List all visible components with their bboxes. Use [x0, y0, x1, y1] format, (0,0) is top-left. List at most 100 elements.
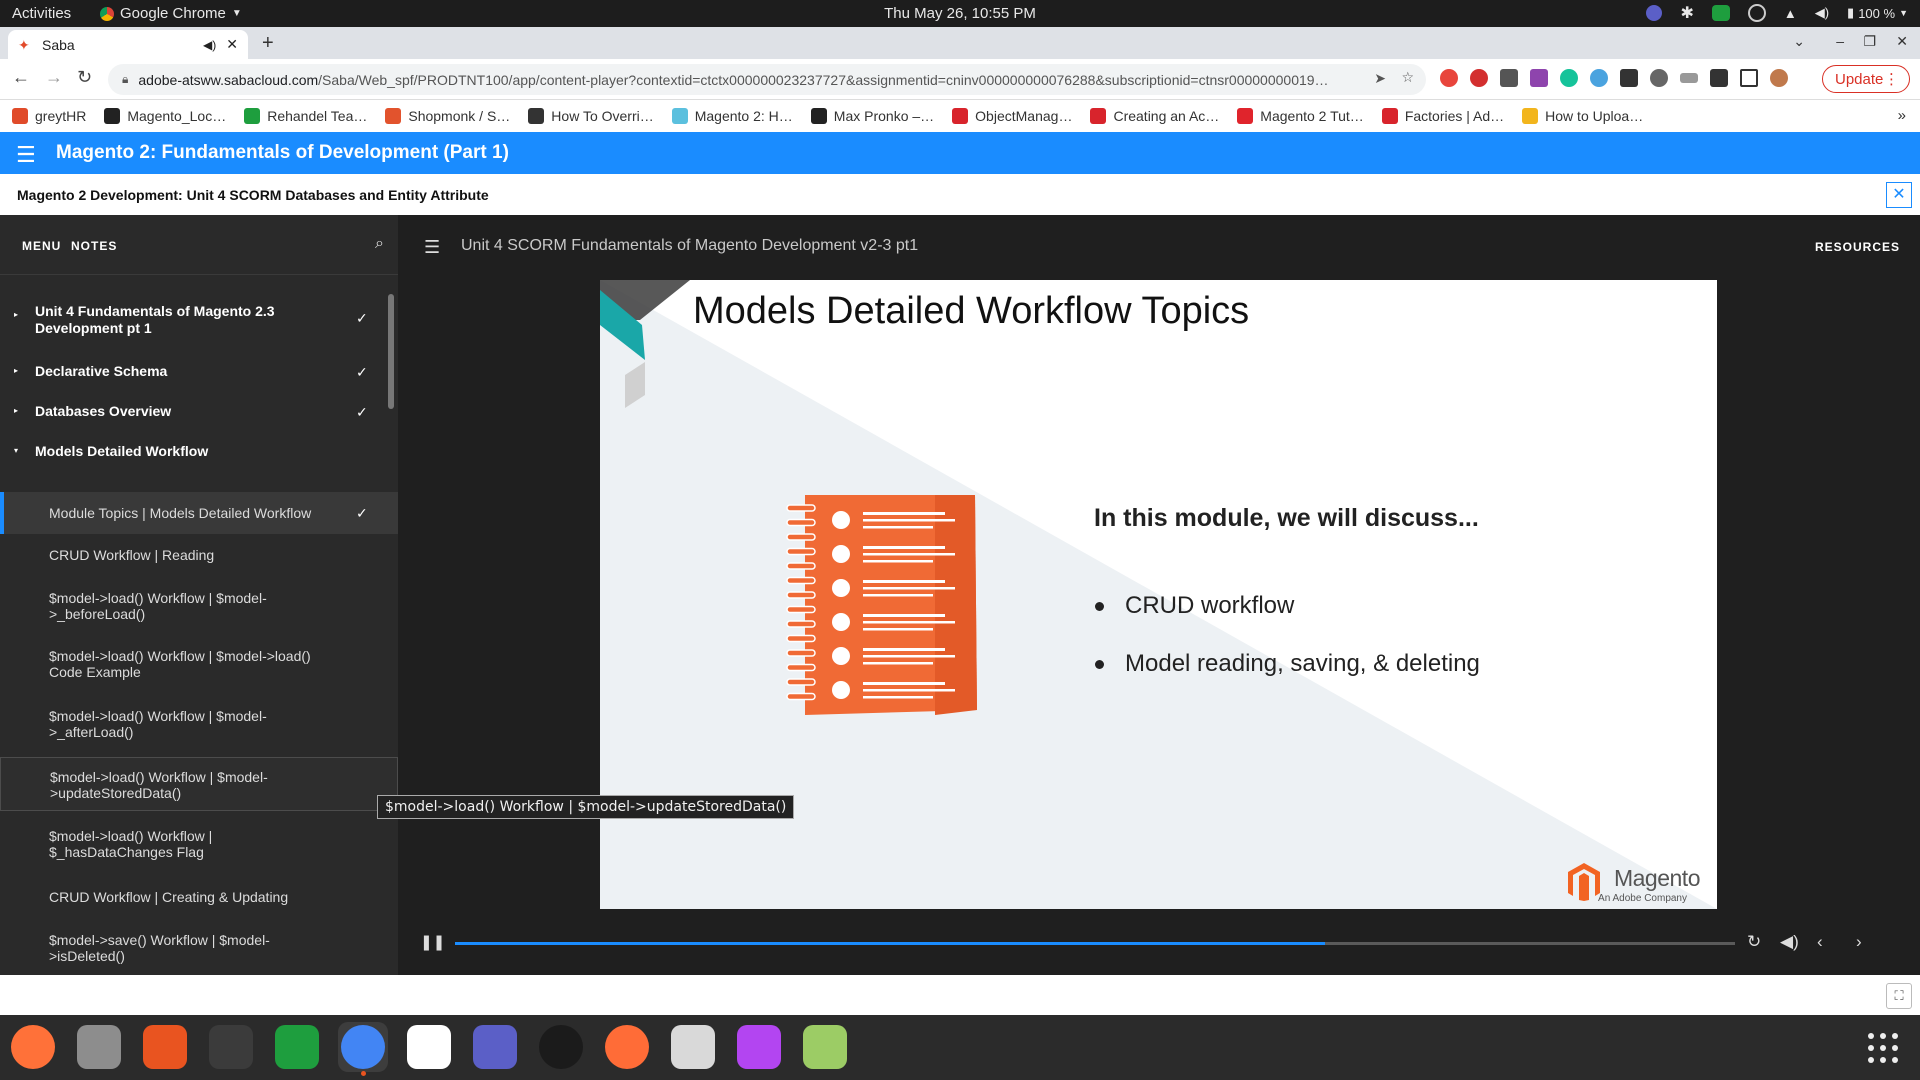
menu-section[interactable]: ▸ Databases Overview ✓	[0, 395, 390, 431]
chat-tray-icon[interactable]	[1711, 5, 1730, 21]
volume-icon[interactable]: ◀)	[1780, 932, 1799, 952]
menu-item[interactable]: $model->load() Workflow | $model->load()…	[0, 637, 398, 691]
adblock-icon[interactable]	[1470, 69, 1488, 87]
extension-icon[interactable]	[1590, 69, 1608, 87]
bookmark-label: Shopmonk / S…	[408, 108, 511, 124]
close-tab-icon[interactable]: ✕	[226, 36, 238, 53]
app-menu[interactable]: Google Chrome ▼	[100, 5, 242, 22]
dock-item[interactable]	[734, 1022, 784, 1072]
menu-item[interactable]: CRUD Workflow | Reading	[0, 537, 398, 573]
puzzle-icon[interactable]	[1710, 69, 1728, 87]
update-button[interactable]: Update ⋮	[1822, 65, 1910, 93]
extension-icon[interactable]	[1440, 69, 1458, 87]
reload-icon[interactable]: ↻	[77, 67, 92, 88]
menu-item[interactable]: Module Topics | Models Detailed Workflow…	[0, 492, 398, 534]
bookmark-item[interactable]: Shopmonk / S…	[385, 108, 510, 124]
address-bar[interactable]: 🔒︎ adobe-atsww.sabacloud.com /Saba/Web_s…	[108, 64, 1426, 95]
menu-item[interactable]: $model->save() Workflow | $model->isDele…	[0, 921, 398, 975]
slack-tray-icon[interactable]: ✱	[1680, 3, 1693, 23]
bookmark-item[interactable]: How To Overri…	[528, 108, 654, 124]
close-window-icon[interactable]: ✕	[1896, 33, 1908, 50]
bookmark-item[interactable]: Factories | Ad…	[1381, 108, 1504, 124]
dock-item[interactable]	[74, 1022, 124, 1072]
menu-item-label: $model->load() Workflow | $model->_after…	[49, 708, 267, 740]
gear-icon[interactable]	[1650, 69, 1668, 87]
menu-item[interactable]: $model->load() Workflow | $model->update…	[0, 757, 398, 811]
dock-item[interactable]	[470, 1022, 520, 1072]
share-icon[interactable]: ➤	[1374, 70, 1386, 87]
menu-item[interactable]: CRUD Workflow | Creating & Updating	[0, 879, 398, 915]
clock[interactable]: Thu May 26, 10:55 PM	[884, 5, 1036, 22]
forward-arrow-icon[interactable]: →	[45, 67, 63, 88]
dock-item[interactable]	[800, 1022, 850, 1072]
menu-section[interactable]: ▸ Declarative Schema ✓	[0, 355, 390, 391]
notepad-ring	[786, 678, 816, 686]
chevron-down-icon: ▼	[231, 8, 242, 19]
bookmark-item[interactable]: Magento 2 Tut…	[1237, 108, 1364, 124]
menu-item[interactable]: $model->load() Workflow | $_hasDataChang…	[0, 817, 398, 871]
volume-icon[interactable]: ◀)	[1815, 5, 1829, 21]
replay-icon[interactable]: ↻	[1747, 932, 1761, 952]
bookmark-item[interactable]: greytHR	[12, 108, 86, 124]
browser-tab[interactable]: ✦ Saba ◀) ✕	[8, 30, 248, 59]
previous-icon[interactable]: ‹	[1817, 932, 1823, 952]
tab-menu[interactable]: MENU	[22, 239, 61, 253]
more-vert-icon[interactable]: ⋮	[1884, 70, 1899, 88]
bookmark-item[interactable]: Max Pronko –…	[810, 108, 934, 124]
new-tab-button[interactable]: +	[262, 32, 274, 55]
dock-item[interactable]	[602, 1022, 652, 1072]
show-apps-icon[interactable]	[1868, 1033, 1898, 1063]
bookmark-item[interactable]: ObjectManag…	[952, 108, 1072, 124]
minimize-icon[interactable]: –	[1836, 33, 1844, 49]
system-tray[interactable]: ✱ ▲ ◀) ▮ 100 % ▼	[1646, 3, 1908, 23]
hamburger-menu-icon[interactable]: ☰	[424, 237, 440, 258]
back-arrow-icon[interactable]: ←	[12, 67, 30, 88]
dock-item[interactable]	[338, 1022, 388, 1076]
bookmarks-overflow-icon[interactable]: »	[1898, 107, 1906, 124]
dock-item[interactable]	[668, 1022, 718, 1072]
activities-button[interactable]: Activities	[12, 5, 71, 22]
bookmark-item[interactable]: Creating an Ac…	[1090, 108, 1219, 124]
next-icon[interactable]: ›	[1856, 932, 1862, 952]
notepad-line	[863, 526, 933, 529]
menu-section[interactable]: ▸ Unit 4 Fundamentals of Magento 2.3 Deve…	[0, 303, 390, 349]
extension-icon[interactable]	[1530, 69, 1548, 87]
bookmark-item[interactable]: Magento_Loc…	[104, 108, 226, 124]
teams-tray-icon[interactable]	[1646, 5, 1663, 21]
extension-icon[interactable]	[1620, 69, 1638, 87]
bookmark-item[interactable]: Magento 2: H…	[671, 108, 793, 124]
grammarly-icon[interactable]	[1560, 69, 1578, 87]
restore-icon[interactable]: ❐	[1863, 33, 1876, 50]
dock-item[interactable]	[404, 1022, 454, 1072]
extension-icon[interactable]	[1500, 69, 1518, 87]
tab-notes[interactable]: NOTES	[71, 239, 117, 253]
lock-icon[interactable]: 🔒︎	[122, 72, 128, 87]
dock-item[interactable]	[8, 1022, 58, 1072]
extension-icon[interactable]	[1680, 73, 1698, 83]
menu-section[interactable]: ▾ Models Detailed Workflow	[0, 435, 390, 471]
pause-icon[interactable]: ❚❚	[420, 933, 445, 951]
bookmark-star-icon[interactable]: ☆	[1401, 69, 1414, 86]
side-panel-icon[interactable]	[1740, 69, 1758, 87]
menu-item[interactable]: $model->load() Workflow | $model->_befor…	[0, 579, 398, 633]
search-icon[interactable]: ⌕	[375, 235, 384, 253]
close-icon[interactable]: ✕	[1886, 182, 1912, 208]
progress-bar[interactable]	[455, 942, 1735, 945]
tab-search-icon[interactable]: ⌄	[1793, 33, 1805, 50]
bookmark-item[interactable]: How to Uploa…	[1522, 108, 1643, 124]
dock-item[interactable]	[206, 1022, 256, 1072]
battery-indicator[interactable]: ▮ 100 % ▼	[1847, 5, 1908, 21]
fullscreen-icon[interactable]: ⛶	[1886, 983, 1912, 1009]
network-icon[interactable]: ▲	[1784, 6, 1797, 21]
avatar[interactable]	[1770, 69, 1788, 87]
dock-item[interactable]	[140, 1022, 190, 1072]
audio-playing-icon[interactable]: ◀)	[203, 38, 216, 52]
dock-item[interactable]	[272, 1022, 322, 1072]
menu-item[interactable]: $model->load() Workflow | $model->_after…	[0, 697, 398, 751]
hamburger-menu-icon[interactable]: ☰	[16, 142, 36, 168]
dock-item[interactable]	[536, 1022, 586, 1072]
bookmark-item[interactable]: Rehandel Tea…	[244, 108, 367, 124]
vpn-icon[interactable]	[1747, 4, 1766, 22]
resources-button[interactable]: RESOURCES	[1815, 240, 1900, 254]
notepad-ring	[786, 634, 816, 643]
